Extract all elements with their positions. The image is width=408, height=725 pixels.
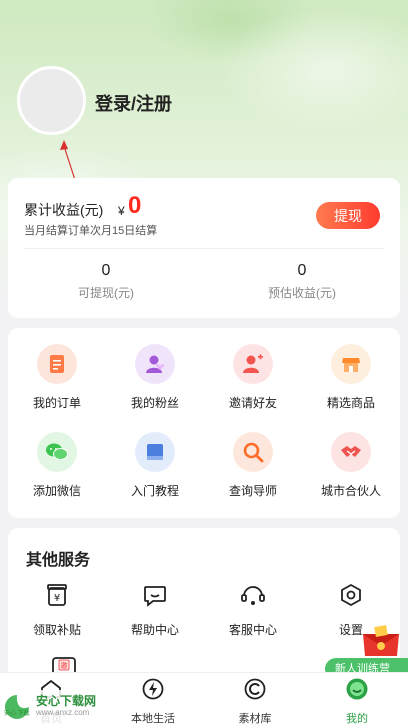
tab-local-life[interactable]: 本地生活 <box>102 677 204 725</box>
grid-item-my-fans[interactable]: 我的粉丝 <box>106 344 204 411</box>
grid-item-label: 城市合伙人 <box>320 484 381 498</box>
currency-symbol: ¥ <box>118 204 125 218</box>
grid-item-label: 邀请好友 <box>228 396 277 410</box>
store-icon <box>331 344 371 384</box>
divider <box>24 248 384 249</box>
grid-item-city-partner[interactable]: 城市合伙人 <box>302 432 400 499</box>
available-withdraw-stat[interactable]: 0 可提现(元) <box>8 262 204 301</box>
available-withdraw-label: 可提现(元) <box>78 286 134 300</box>
watermark-logo-icon <box>5 695 29 719</box>
help-icon <box>106 582 204 613</box>
grid-item-find-mentor[interactable]: 查询导师 <box>204 432 302 499</box>
grid-item-my-orders[interactable]: 我的订单 <box>8 344 106 411</box>
tab-label: 我的 <box>346 713 368 725</box>
grid-item-label: 我的粉丝 <box>130 396 179 410</box>
watermark-url: www.anxz.com <box>36 708 90 717</box>
service-item-label: 客服中心 <box>228 623 277 637</box>
wechat-icon <box>37 432 77 472</box>
grid-item-label: 我的订单 <box>32 396 81 410</box>
grid-item-label: 入门教程 <box>130 484 179 498</box>
tab-material-library[interactable]: 素材库 <box>204 677 306 725</box>
earnings-title: 累计收益(元) <box>24 202 104 218</box>
subsidy-icon: ¥ <box>8 582 106 613</box>
estimated-income-label: 预估收益(元) <box>268 286 336 300</box>
handshake-icon <box>331 432 371 472</box>
grid-item-beginner-tutorial[interactable]: 入门教程 <box>106 432 204 499</box>
estimated-income-stat[interactable]: 0 预估收益(元) <box>204 262 400 301</box>
order-icon <box>37 344 77 384</box>
avatar[interactable] <box>17 66 86 135</box>
service-item-help-center[interactable]: 帮助中心 <box>106 582 204 638</box>
gift-envelope-icon <box>363 625 399 656</box>
withdraw-button[interactable]: 提现 <box>316 202 380 229</box>
estimated-income-value: 0 <box>297 262 307 279</box>
search-icon <box>233 432 273 472</box>
settings-icon <box>302 582 400 613</box>
watermark: 安心 下载 安心下载网 www.anxz.com <box>0 690 110 725</box>
fans-icon <box>135 344 175 384</box>
tab-label: 本地生活 <box>131 713 175 725</box>
grid-item-label: 添加微信 <box>32 484 81 498</box>
svg-text:¥: ¥ <box>54 593 60 604</box>
login-register-link[interactable]: 登录/注册 <box>95 90 172 116</box>
available-withdraw-value: 0 <box>101 262 111 279</box>
grid-item-invite-friends[interactable]: 邀请好友 <box>204 344 302 411</box>
service-item-customer-service[interactable]: 客服中心 <box>204 582 302 638</box>
grid-item-add-wechat[interactable]: 添加微信 <box>8 432 106 499</box>
tab-mine[interactable]: 我的 <box>306 677 408 725</box>
grid-item-label: 精选商品 <box>326 396 375 410</box>
watermark-title: 安心下载网 <box>36 694 97 708</box>
watermark-badge: 安心 下载 <box>4 711 30 717</box>
settlement-note: 当月结算订单次月15日结算 <box>24 225 158 237</box>
service-item-label: 帮助中心 <box>130 623 179 637</box>
invite-icon <box>233 344 273 384</box>
grid-item-selected-products[interactable]: 精选商品 <box>302 344 400 411</box>
section-title: 其他服务 <box>26 552 91 569</box>
invite-service-badge: 邀 <box>61 661 68 670</box>
material-icon <box>244 678 266 700</box>
tab-label: 素材库 <box>238 713 272 725</box>
quick-actions-card: 我的订单 我的粉丝 邀请好友 精选商品 添加微信 入门教程 查询导师 城市合伙人 <box>8 328 400 518</box>
service-item-label: 领取补贴 <box>32 623 81 637</box>
customer-service-icon <box>204 582 302 613</box>
newcomer-camp-banner[interactable]: 新人训练营 <box>325 625 408 680</box>
profile-icon <box>346 678 368 700</box>
earnings-amount: 0 <box>128 192 142 219</box>
service-item-claim-subsidy[interactable]: ¥ 领取补贴 <box>8 582 106 638</box>
lightning-icon <box>142 678 164 700</box>
earnings-card: 累计收益(元) ¥ 0 当月结算订单次月15日结算 提现 0 可提现(元) 0 … <box>8 178 400 318</box>
grid-item-label: 查询导师 <box>228 484 277 498</box>
book-icon <box>135 432 175 472</box>
